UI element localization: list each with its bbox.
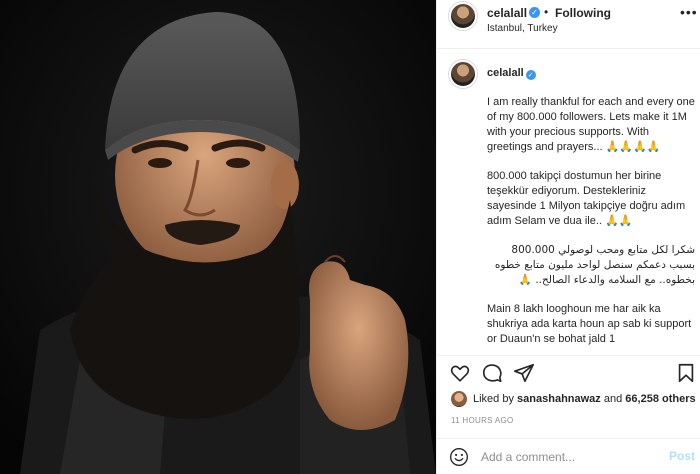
- post-photo[interactable]: [0, 0, 436, 474]
- caption-paragraph-urdu: Main 8 lakh looghoun me har aik ka shukr…: [487, 303, 692, 345]
- author-avatar[interactable]: [449, 2, 477, 30]
- post-side-panel: celalall ✓ • Following Istanbul, Turkey …: [436, 0, 700, 474]
- bookmark-icon[interactable]: [675, 362, 697, 384]
- author-username[interactable]: celalall: [487, 6, 527, 20]
- likes-text[interactable]: Liked by sanashahnawaz and 66,258 others: [473, 393, 696, 405]
- post-timestamp[interactable]: 11 HOURS AGO: [451, 416, 514, 425]
- action-bar: [437, 355, 700, 390]
- caption-paragraph-arabic: شكرا لكل متابع ومحب لوصولي 800.000 بسبب …: [494, 244, 695, 286]
- following-button[interactable]: Following: [555, 6, 611, 20]
- comment-bubble-icon[interactable]: [481, 362, 503, 384]
- comment-input[interactable]: [481, 447, 661, 467]
- post-comment-button[interactable]: Post: [669, 449, 695, 463]
- likes-summary: Liked by sanashahnawaz and 66,258 others: [437, 389, 700, 409]
- caption-text: celalall ✓ I am really thankful for each …: [487, 66, 695, 347]
- caption-paragraph-english: I am really thankful for each and every …: [487, 96, 695, 153]
- add-comment-bar: Post: [437, 438, 700, 474]
- verified-badge-icon: ✓: [529, 7, 540, 18]
- liker-username[interactable]: sanashahnawaz: [517, 393, 601, 405]
- post-header: celalall ✓ • Following Istanbul, Turkey …: [437, 0, 700, 49]
- caption-paragraph-turkish: 800.000 takipçi dostumun her birine teşe…: [487, 170, 686, 227]
- caption-username[interactable]: celalall: [487, 67, 524, 79]
- heart-icon[interactable]: [449, 362, 471, 384]
- caption-avatar[interactable]: [449, 60, 477, 88]
- verified-badge-icon: ✓: [525, 70, 536, 80]
- separator-dot: •: [544, 5, 549, 19]
- post-location[interactable]: Istanbul, Turkey: [487, 23, 558, 34]
- smiley-icon[interactable]: [449, 447, 469, 467]
- liker-avatar[interactable]: [451, 391, 467, 407]
- caption-section[interactable]: celalall ✓ I am really thankful for each …: [437, 50, 700, 355]
- more-options-icon[interactable]: •••: [680, 4, 698, 20]
- likes-count[interactable]: 66,258 others: [625, 393, 695, 405]
- paper-plane-icon[interactable]: [513, 362, 535, 384]
